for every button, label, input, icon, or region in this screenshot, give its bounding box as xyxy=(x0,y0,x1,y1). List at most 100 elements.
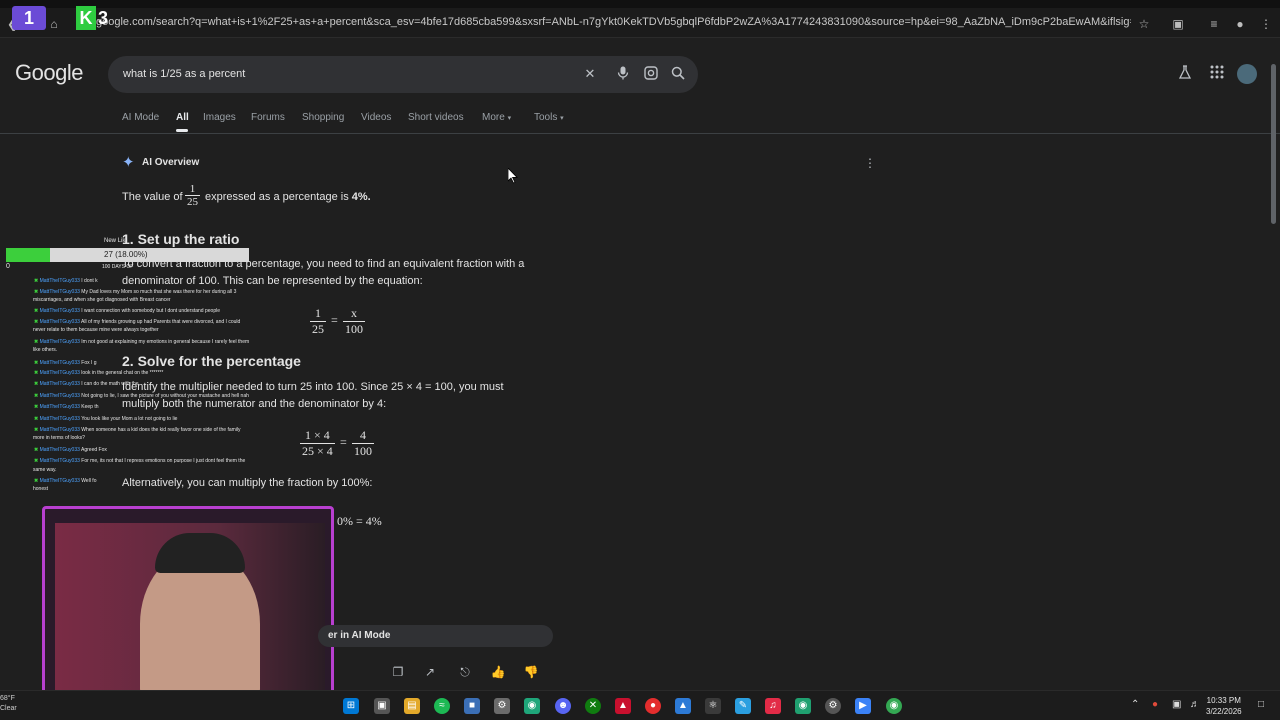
spotify-icon[interactable]: ≈ xyxy=(434,698,450,714)
kick-logo-icon: K xyxy=(76,6,96,30)
browser-address-bar[interactable]: ❮ ⌂ google.com/search?q=what+is+1%2F25+a… xyxy=(0,8,1280,38)
chat-text: never relate to them because mine were a… xyxy=(33,327,159,333)
chat-text: like others. xyxy=(33,347,58,353)
chat-username[interactable]: MattTheITGuy033 xyxy=(40,278,80,284)
lens-icon[interactable] xyxy=(643,66,659,82)
tab-all[interactable]: All xyxy=(176,112,189,123)
app-icon-16[interactable]: ◉ xyxy=(795,698,811,714)
xbox-icon[interactable]: ✕ xyxy=(585,698,601,714)
chat-username[interactable]: MattTheITGuy033 xyxy=(40,339,80,345)
export-icon[interactable]: ↗ xyxy=(422,664,438,680)
tab-forums[interactable]: Forums xyxy=(251,112,285,123)
browser-menu-icon[interactable]: ⋮ xyxy=(1258,16,1274,32)
app-icon-14[interactable]: ✎ xyxy=(735,698,751,714)
labs-icon[interactable] xyxy=(1175,64,1195,84)
tab-more[interactable]: More ▾ xyxy=(482,112,511,123)
more-vert-icon[interactable]: ⋮ xyxy=(864,156,876,170)
chat-username[interactable]: MattTheITGuy033 xyxy=(40,447,80,453)
chat-message: ✖ MattTheITGuy033 Well fo xyxy=(34,478,96,484)
chat-username[interactable]: MattTheITGuy033 xyxy=(40,360,80,366)
chat-username[interactable]: MattTheITGuy033 xyxy=(40,370,80,376)
chat-username[interactable]: MattTheITGuy033 xyxy=(40,319,80,325)
chat-message: ✖ MattTheITGuy033 Not going to lie, I sa… xyxy=(34,393,249,399)
music-icon[interactable]: ♫ xyxy=(765,698,781,714)
chat-text: For me, its not that I repress emotions … xyxy=(81,458,246,464)
chat-text: All of my friends growing up had Parents… xyxy=(81,319,241,325)
discord-icon[interactable]: ☻ xyxy=(555,698,571,714)
tab-ai-mode[interactable]: AI Mode xyxy=(122,112,159,123)
scroll-thumb[interactable] xyxy=(1271,64,1276,224)
thumbs-up-icon[interactable]: 👍 xyxy=(490,664,506,680)
app-icon-13[interactable]: ⚛ xyxy=(705,698,721,714)
chat-text: honest xyxy=(33,486,49,492)
notification-icon[interactable]: □ xyxy=(1258,699,1264,710)
dive-deeper-ai-mode-button[interactable]: er in AI Mode xyxy=(318,625,553,647)
star-icon[interactable]: ☆ xyxy=(1136,16,1152,32)
chat-username[interactable]: MattTheITGuy033 xyxy=(40,289,80,295)
settings-icon[interactable]: ⚙ xyxy=(494,698,510,714)
url-text[interactable]: google.com/search?q=what+is+1%2F25+as+a+… xyxy=(96,16,1131,28)
tab-videos[interactable]: Videos xyxy=(361,112,391,123)
search-input[interactable]: what is 1/25 as a percent xyxy=(123,68,245,80)
chat-text: look in the general chat on the ******* xyxy=(81,370,164,376)
browser-tab-strip xyxy=(0,0,1280,8)
thumbs-down-icon[interactable]: 👎 xyxy=(523,664,539,680)
tray-chevron-icon[interactable]: ⌃ xyxy=(1131,699,1139,710)
app-icon-5[interactable]: ■ xyxy=(464,698,480,714)
app-icon-18[interactable]: ▶ xyxy=(855,698,871,714)
chat-username[interactable]: MattTheITGuy033 xyxy=(40,416,80,422)
chevron-down-icon: ▾ xyxy=(560,115,564,122)
volume-icon[interactable]: ♬ xyxy=(1190,699,1200,710)
app-icon-7[interactable]: ◉ xyxy=(524,698,540,714)
chat-username[interactable]: MattTheITGuy033 xyxy=(40,381,80,387)
chat-username[interactable]: MattTheITGuy033 xyxy=(40,427,80,433)
chat-username[interactable]: MattTheITGuy033 xyxy=(40,478,80,484)
chat-message: ✖ MattTheITGuy033 For me, its not that I… xyxy=(34,458,245,464)
search-box[interactable]: what is 1/25 as a percent ✕ xyxy=(108,56,698,93)
goal-bar-sub: 100 DAYS OF xyxy=(102,264,134,270)
share-icon[interactable]: ⎋ xyxy=(457,664,473,680)
chat-message: miscarriages, and when she got diagnosed… xyxy=(33,297,171,303)
media-icon[interactable]: ≡ xyxy=(1206,16,1222,32)
intro-fraction: 1 25 xyxy=(185,183,200,208)
chat-username[interactable]: MattTheITGuy033 xyxy=(40,308,80,314)
chat-username[interactable]: MattTheITGuy033 xyxy=(40,458,80,464)
apps-icon[interactable] xyxy=(1207,64,1227,84)
chrome-icon[interactable]: ◉ xyxy=(886,698,902,714)
page-scrollbar[interactable] xyxy=(1270,44,1278,694)
tab-images[interactable]: Images xyxy=(203,112,236,123)
tab-tools-label: Tools xyxy=(534,112,558,123)
search-icon[interactable] xyxy=(670,66,686,82)
profile-icon[interactable] xyxy=(1237,64,1257,84)
eq2-right-num: 4 xyxy=(360,428,366,442)
chat-message: ✖ MattTheITGuy033 All of my friends grow… xyxy=(34,319,240,325)
ai-mode-label: er in AI Mode xyxy=(328,630,391,641)
windows-icon[interactable]: ⊞ xyxy=(343,698,359,714)
app-icon-10[interactable]: ▲ xyxy=(615,698,631,714)
network-icon[interactable]: ▣ xyxy=(1172,699,1181,710)
mic-icon[interactable] xyxy=(615,66,631,82)
file-explorer-icon[interactable]: ▤ xyxy=(404,698,420,714)
webcam-feed xyxy=(42,506,334,696)
chat-username[interactable]: MattTheITGuy033 xyxy=(40,393,80,399)
tab-tools[interactable]: Tools ▾ xyxy=(534,112,564,123)
app-icon-12[interactable]: ▲ xyxy=(675,698,691,714)
cast-icon[interactable]: ▣ xyxy=(1170,16,1186,32)
google-logo[interactable]: Google xyxy=(15,60,83,86)
task-view-icon[interactable]: ▣ xyxy=(374,698,390,714)
profile-avatar-icon[interactable]: ● xyxy=(1232,16,1248,32)
chat-username[interactable]: MattTheITGuy033 xyxy=(40,404,80,410)
tab-short-videos[interactable]: Short videos xyxy=(408,112,464,123)
app-icon-17[interactable]: ⚙ xyxy=(825,698,841,714)
copy-icon[interactable]: ❐ xyxy=(390,664,406,680)
screen: ❮ ⌂ google.com/search?q=what+is+1%2F25+a… xyxy=(0,0,1280,720)
weather-widget[interactable]: 68°F Clear xyxy=(0,694,17,714)
chat-message: same way. xyxy=(33,467,57,473)
mic-tray-icon[interactable]: ● xyxy=(1152,699,1158,710)
chat-text: I want connection with somebody but I do… xyxy=(81,308,220,314)
system-clock[interactable]: 10:33 PM 3/22/2026 xyxy=(1206,695,1242,717)
app-icon-11[interactable]: ● xyxy=(645,698,661,714)
chat-message: ✖ MattTheITGuy033 Im not good at explain… xyxy=(34,339,249,345)
tab-shopping[interactable]: Shopping xyxy=(302,112,344,123)
clear-icon[interactable]: ✕ xyxy=(582,66,598,82)
